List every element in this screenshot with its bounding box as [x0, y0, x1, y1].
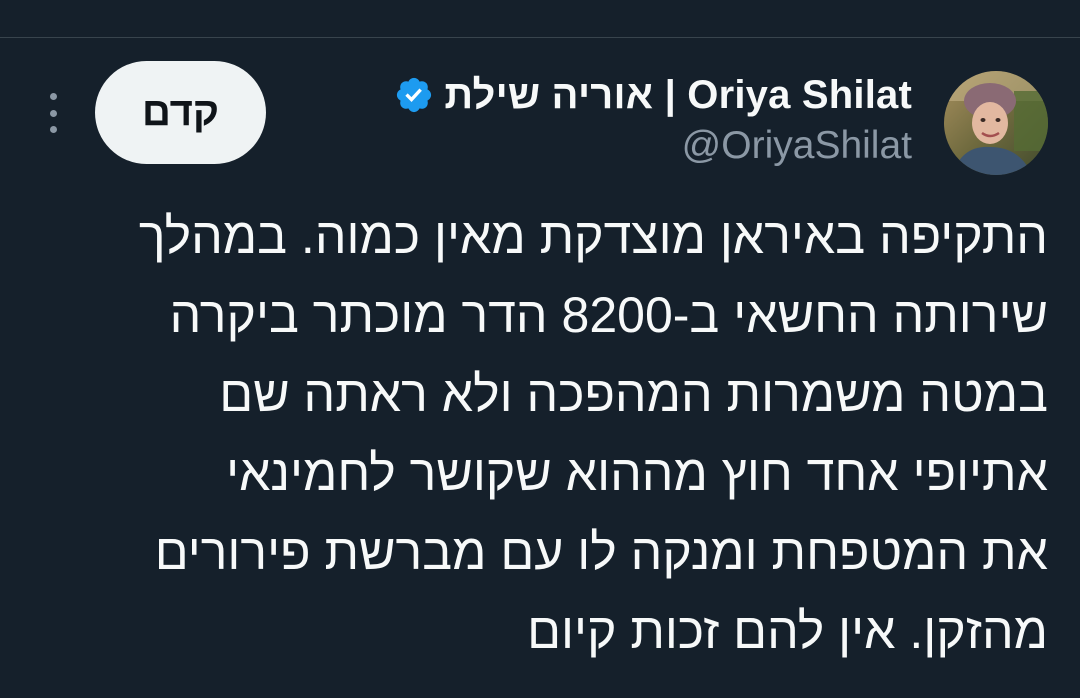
tweet-text: התקיפה באיראן מוצדקת מאין כמוה. במהלך שי…	[40, 197, 1048, 671]
more-dot	[49, 126, 57, 133]
author-display-name[interactable]: אוריה שילת | Oriya Shilat	[444, 73, 912, 118]
more-dot	[49, 109, 57, 117]
profile-photo-icon	[944, 71, 1048, 175]
tweet-line: התקיפה באיראן מוצדקת מאין כמוה. במהלך	[138, 208, 1048, 264]
tweet-line: את המטפחת ומנקה לו עם מברשת פירורים	[154, 524, 1048, 580]
tweet-line: במטה משמרות המהפכה ולא ראתה שם	[219, 366, 1048, 422]
tweet-line: מהזקן. אין להם זכות קיום	[527, 603, 1048, 659]
more-dot	[49, 93, 57, 100]
follow-button[interactable]: קדם	[95, 61, 266, 164]
author-handle[interactable]: @OriyaShilat	[682, 124, 912, 168]
more-options-icon[interactable]	[40, 93, 66, 133]
tweet-line: אתיופי אחד חוץ מההוא שקושר לחמינאי	[226, 445, 1048, 501]
author-name-row[interactable]: אוריה שילת | Oriya Shilat	[394, 70, 912, 120]
avatar[interactable]	[944, 71, 1048, 175]
verified-badge-icon	[397, 77, 432, 113]
tweet-line: שירותה החשאי ב-8200 הדר מוכתר ביקרה	[169, 287, 1048, 343]
top-divider	[0, 37, 1080, 38]
